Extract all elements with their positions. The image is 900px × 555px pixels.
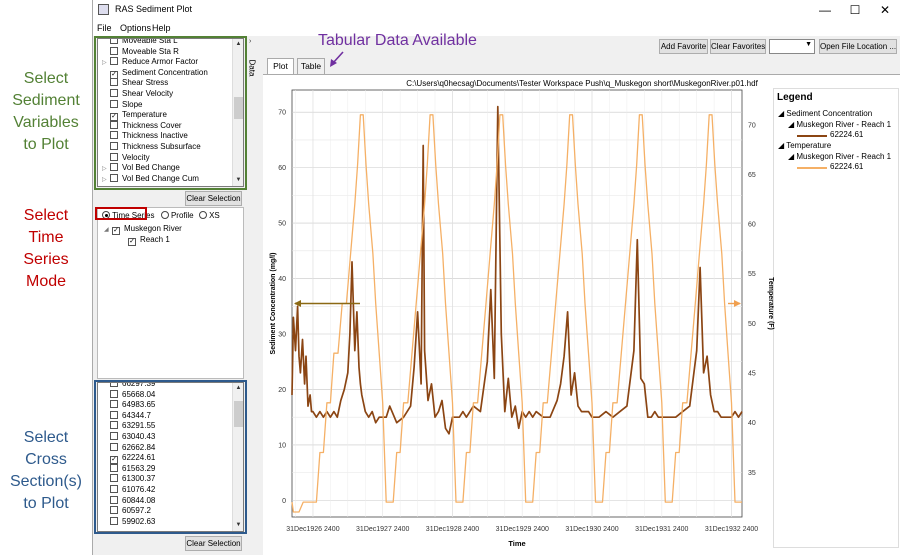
clear-favorites-button[interactable]: Clear Favorites bbox=[710, 39, 766, 54]
clear-variables-button[interactable]: Clear Selection bbox=[185, 191, 242, 206]
xs-highlight-box bbox=[94, 380, 247, 534]
radio-xs[interactable]: XS bbox=[198, 211, 220, 220]
app-icon bbox=[98, 4, 109, 15]
variables-highlight-box bbox=[94, 36, 247, 190]
collapse-arrow-icon[interactable]: › bbox=[249, 38, 251, 45]
menu-options[interactable]: Options bbox=[120, 23, 151, 33]
menu-help[interactable]: Help bbox=[152, 23, 171, 33]
menu-file[interactable]: File bbox=[97, 23, 112, 33]
legend: Legend ◢ Sediment Concentration ◢ Muskeg… bbox=[773, 88, 899, 548]
legend-group-sediment[interactable]: ◢ Sediment Concentration bbox=[778, 109, 872, 118]
menu-bar: File Options Help bbox=[93, 20, 900, 36]
legend-group-temperature[interactable]: ◢ Temperature bbox=[778, 141, 831, 150]
annotation-xs: Select Cross Section(s) to Plot bbox=[9, 429, 83, 512]
legend-reach-temperature[interactable]: ◢ Muskegon River - Reach 1 bbox=[788, 152, 891, 161]
maximize-button[interactable]: ☐ bbox=[840, 0, 870, 20]
annotation-tabular: Tabular Data Available bbox=[318, 32, 477, 49]
app-window: RAS Sediment Plot — ☐ ✕ File Options Hel… bbox=[92, 0, 900, 555]
tab-plot[interactable]: Plot bbox=[267, 58, 294, 74]
legend-swatch-sediment bbox=[797, 135, 827, 137]
legend-title: Legend bbox=[777, 92, 813, 103]
legend-reach-sediment[interactable]: ◢ Muskegon River - Reach 1 bbox=[788, 120, 891, 129]
legend-swatch-temperature bbox=[797, 167, 827, 169]
favorites-dropdown[interactable]: ▼ bbox=[769, 39, 815, 54]
clear-xs-button[interactable]: Clear Selection bbox=[185, 536, 242, 551]
radio-profile[interactable]: Profile bbox=[160, 211, 194, 220]
tree-river[interactable]: ◢ ✓ Muskegon River bbox=[104, 224, 182, 235]
legend-entry-sediment: 62224.61 bbox=[830, 130, 864, 139]
tab-table[interactable]: Table bbox=[297, 58, 325, 74]
add-favorite-button[interactable]: Add Favorite bbox=[659, 39, 708, 54]
annotation-mode: Select Time Series Mode bbox=[23, 207, 69, 290]
mode-highlight-box bbox=[95, 207, 147, 220]
title-bar: RAS Sediment Plot — ☐ ✕ bbox=[93, 0, 900, 20]
tree-reach[interactable]: ✓ Reach 1 bbox=[128, 235, 170, 246]
open-file-location-button[interactable]: Open File Location ... bbox=[819, 39, 897, 54]
file-path: C:\Users\q0hecsag\Documents\Tester Works… bbox=[406, 79, 758, 88]
annotation-variables: Select Sediment Variables to Plot bbox=[12, 70, 80, 153]
chevron-down-icon: ▼ bbox=[805, 41, 812, 48]
window-title: RAS Sediment Plot bbox=[115, 4, 193, 14]
mode-tree-panel: Time Series Profile XS ◢ ✓ Muskegon River … bbox=[97, 207, 244, 379]
close-button[interactable]: ✕ bbox=[870, 0, 900, 20]
data-side-tab[interactable]: Data bbox=[248, 60, 257, 77]
legend-entry-temperature: 62224.61 bbox=[830, 162, 864, 171]
minimize-button[interactable]: — bbox=[810, 0, 840, 20]
